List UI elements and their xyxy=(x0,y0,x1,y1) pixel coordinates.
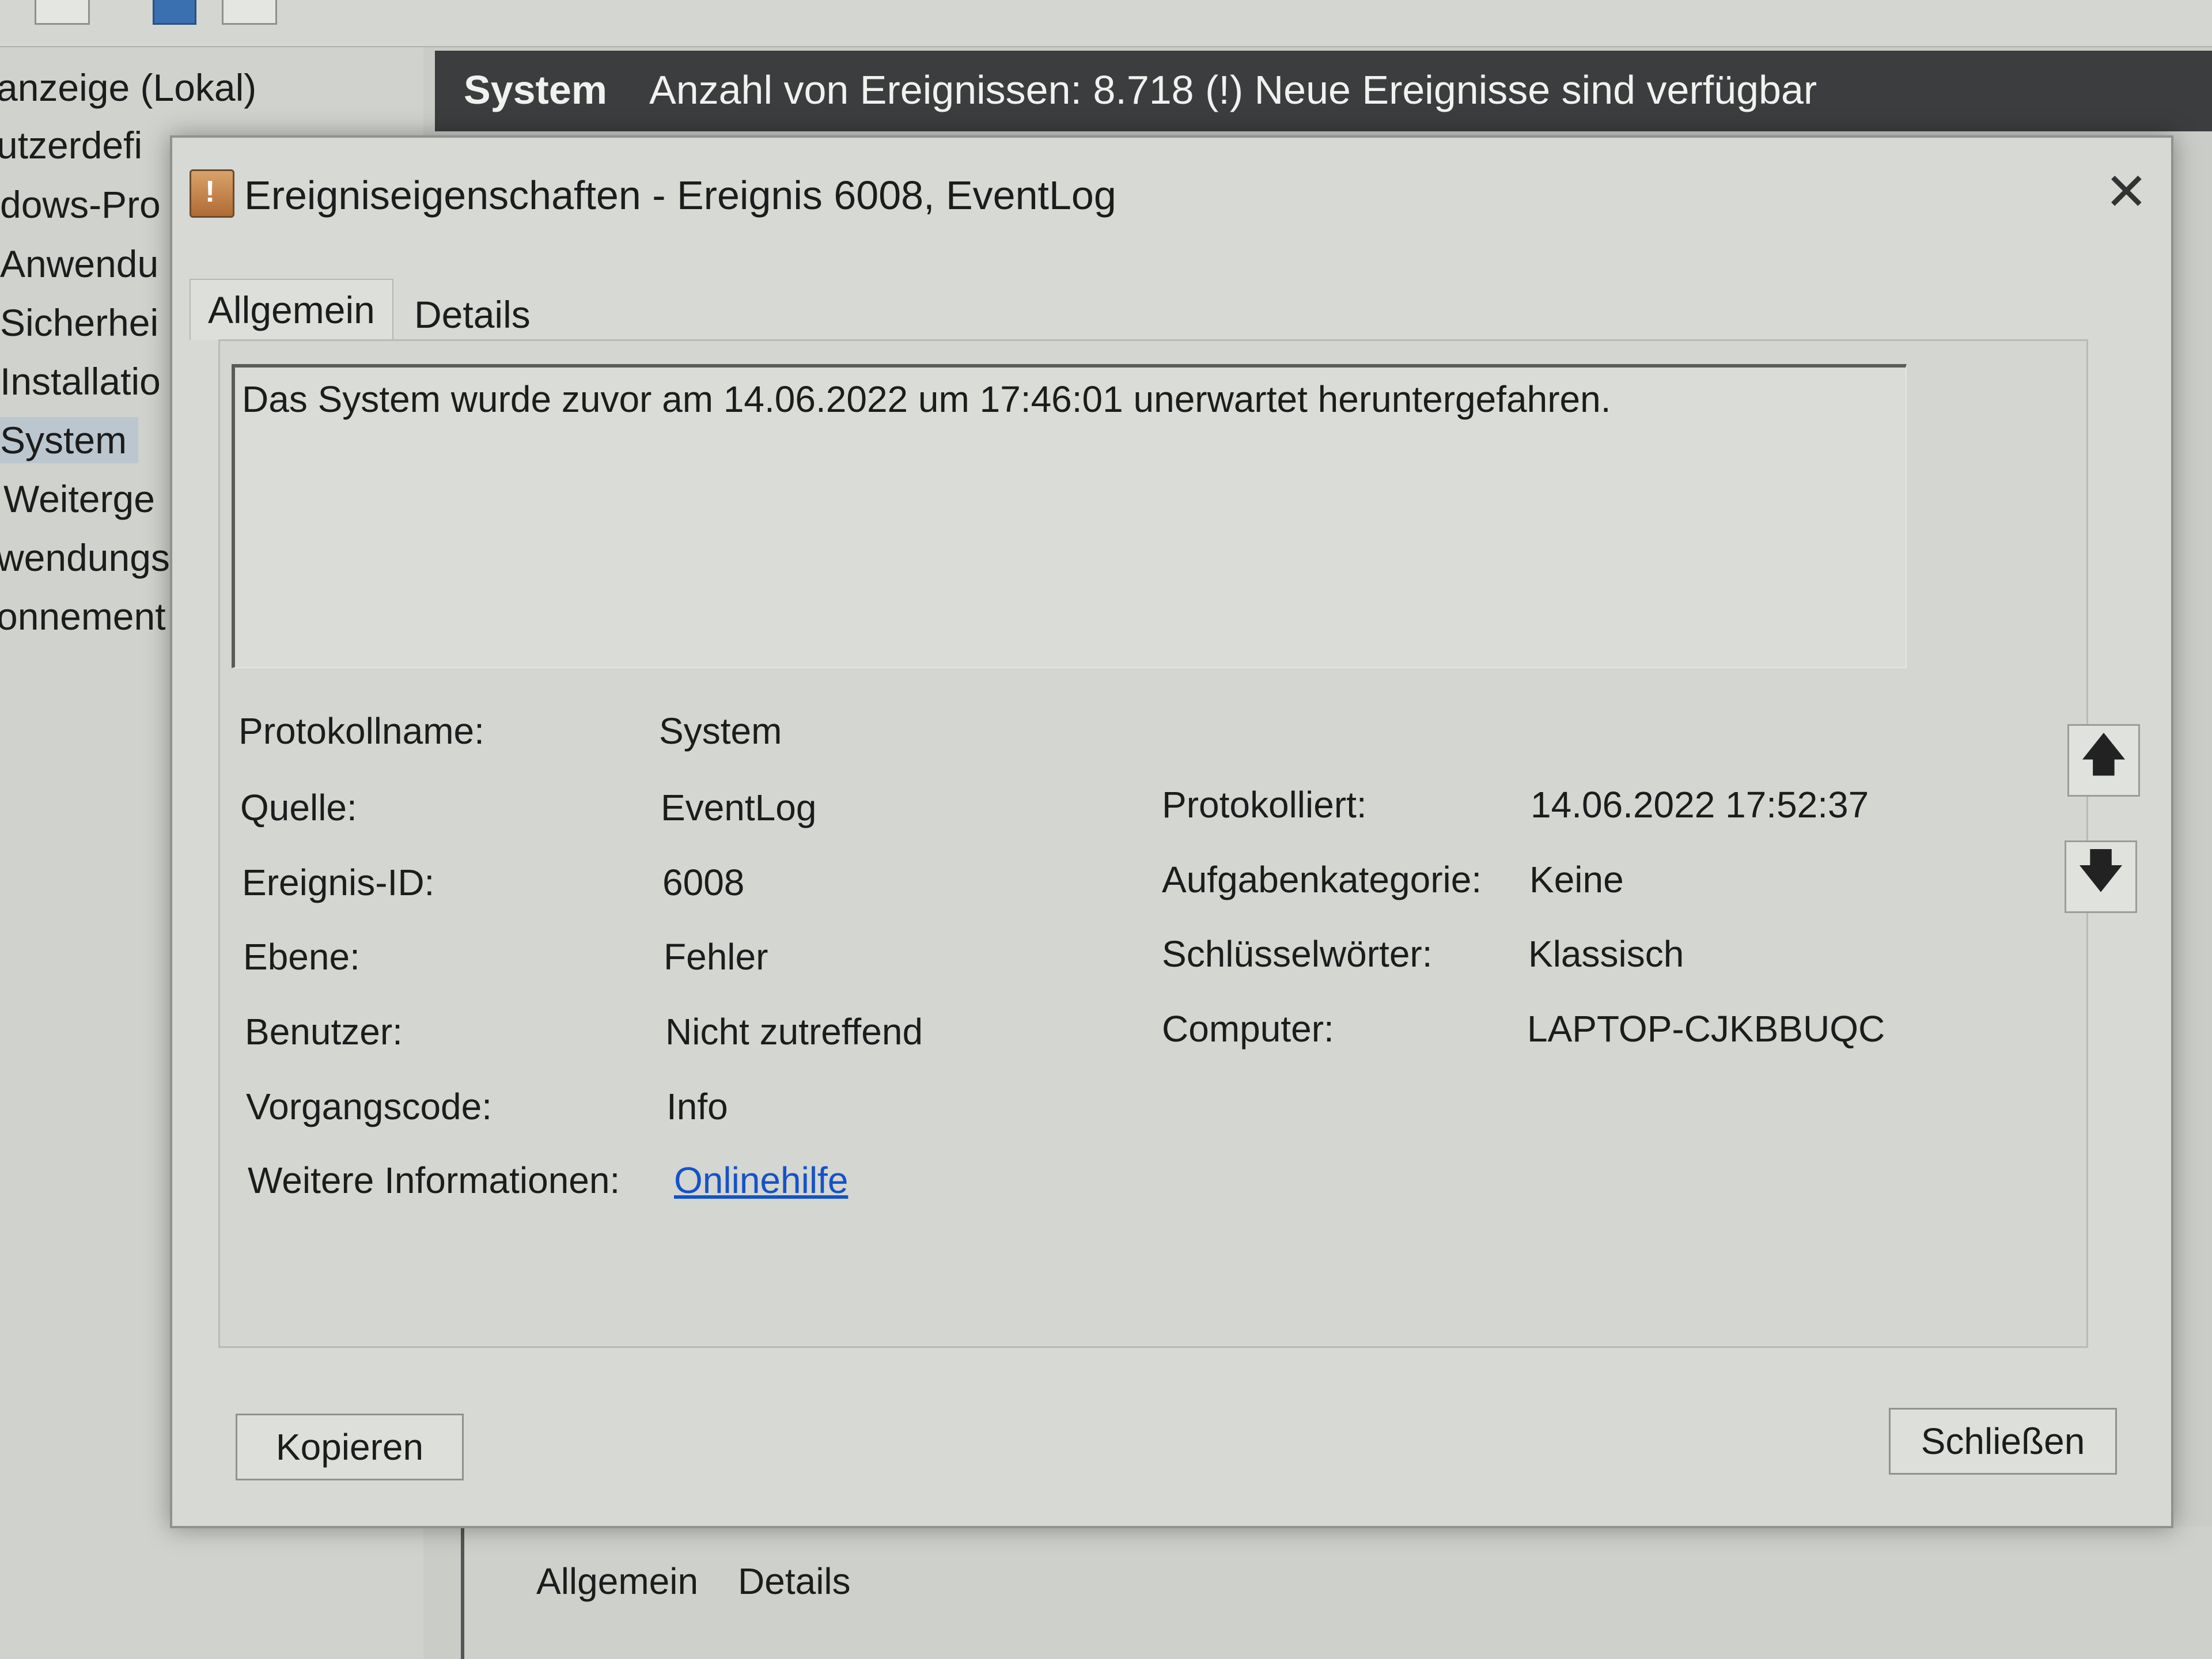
label-ereignis-id: Ereignis-ID: xyxy=(242,862,435,903)
value-aufgabenkategorie: Keine xyxy=(1529,859,1624,900)
tree-item-custom-views[interactable]: utzerdefi xyxy=(0,122,142,168)
value-ebene: Fehler xyxy=(664,936,768,978)
label-protokollname: Protokollname: xyxy=(238,710,484,752)
detail-tab-details[interactable]: Details xyxy=(738,1560,851,1603)
detail-tab-general[interactable]: Allgemein xyxy=(536,1560,698,1603)
event-count: Anzahl von Ereignissen: 8.718 (!) Neue E… xyxy=(649,67,1817,112)
tree-item-windows-logs[interactable]: dows-Pro xyxy=(0,181,161,228)
toolbar xyxy=(0,0,2212,47)
label-aufgabenkategorie: Aufgabenkategorie: xyxy=(1162,859,1482,900)
tab-allgemein[interactable]: Allgemein xyxy=(190,279,393,340)
detail-pane: Allgemein Details xyxy=(461,1527,2212,1659)
event-description: Das System wurde zuvor am 14.06.2022 um … xyxy=(242,378,1611,420)
value-quelle: EventLog xyxy=(661,787,817,828)
previous-event-button[interactable]: 🡅 xyxy=(2067,724,2140,797)
label-ebene: Ebene: xyxy=(243,936,360,978)
label-vorgangscode: Vorgangscode: xyxy=(246,1086,492,1127)
label-weitere-informationen: Weitere Informationen: xyxy=(248,1160,620,1201)
tree-item-setup[interactable]: Installatio xyxy=(0,358,161,404)
arrow-up-icon: 🡅 xyxy=(2080,729,2128,780)
toolbar-button[interactable] xyxy=(222,0,277,25)
dialog-title: Ereigniseigenschaften - Ereignis 6008, E… xyxy=(244,173,1116,218)
value-ereignis-id: 6008 xyxy=(662,862,745,903)
event-log-icon xyxy=(190,169,234,218)
close-icon[interactable]: ✕ xyxy=(2105,166,2148,218)
general-tab-panel: Das System wurde zuvor am 14.06.2022 um … xyxy=(218,339,2088,1348)
tree-item-application[interactable]: Anwendu xyxy=(0,241,158,287)
online-help-link[interactable]: Onlinehilfe xyxy=(674,1159,848,1202)
tree-item-subscriptions[interactable]: onnement xyxy=(0,593,166,639)
tree-item-app-services[interactable]: wendungs xyxy=(0,535,170,581)
tree-item-security[interactable]: Sicherhei xyxy=(0,300,158,346)
value-protokollname: System xyxy=(659,710,782,752)
toolbar-button[interactable] xyxy=(153,0,196,25)
close-button[interactable]: Schließen xyxy=(1889,1408,2117,1475)
tab-details[interactable]: Details xyxy=(397,285,548,344)
value-vorgangscode: Info xyxy=(666,1086,728,1127)
value-protokolliert: 14.06.2022 17:52:37 xyxy=(1531,784,1869,825)
label-quelle: Quelle: xyxy=(240,787,357,828)
value-benutzer: Nicht zutreffend xyxy=(665,1011,923,1052)
description-box[interactable]: Das System wurde zuvor am 14.06.2022 um … xyxy=(232,364,1907,668)
next-event-button[interactable]: 🡇 xyxy=(2065,840,2137,913)
tree-item-forwarded[interactable]: Weiterge xyxy=(3,476,155,522)
label-computer: Computer: xyxy=(1162,1008,1334,1050)
label-benutzer: Benutzer: xyxy=(245,1011,403,1052)
copy-button[interactable]: Kopieren xyxy=(236,1414,464,1480)
label-protokolliert: Protokolliert: xyxy=(1162,784,1367,825)
tree-item-root[interactable]: anzeige (Lokal) xyxy=(0,65,256,111)
log-header: System Anzahl von Ereignissen: 8.718 (!)… xyxy=(435,51,2212,131)
arrow-down-icon: 🡇 xyxy=(2077,845,2125,896)
label-schluesselwoerter: Schlüsselwörter: xyxy=(1162,933,1433,975)
event-properties-dialog: Ereigniseigenschaften - Ereignis 6008, E… xyxy=(170,135,2173,1528)
tree-item-system[interactable]: System xyxy=(0,417,139,463)
value-schluesselwoerter: Klassisch xyxy=(1528,933,1684,975)
toolbar-button[interactable] xyxy=(35,0,90,25)
value-computer: LAPTOP-CJKBBUQC xyxy=(1527,1008,1885,1050)
dialog-titlebar[interactable]: Ereigniseigenschaften - Ereignis 6008, E… xyxy=(172,138,2171,253)
log-title: System xyxy=(464,67,608,112)
